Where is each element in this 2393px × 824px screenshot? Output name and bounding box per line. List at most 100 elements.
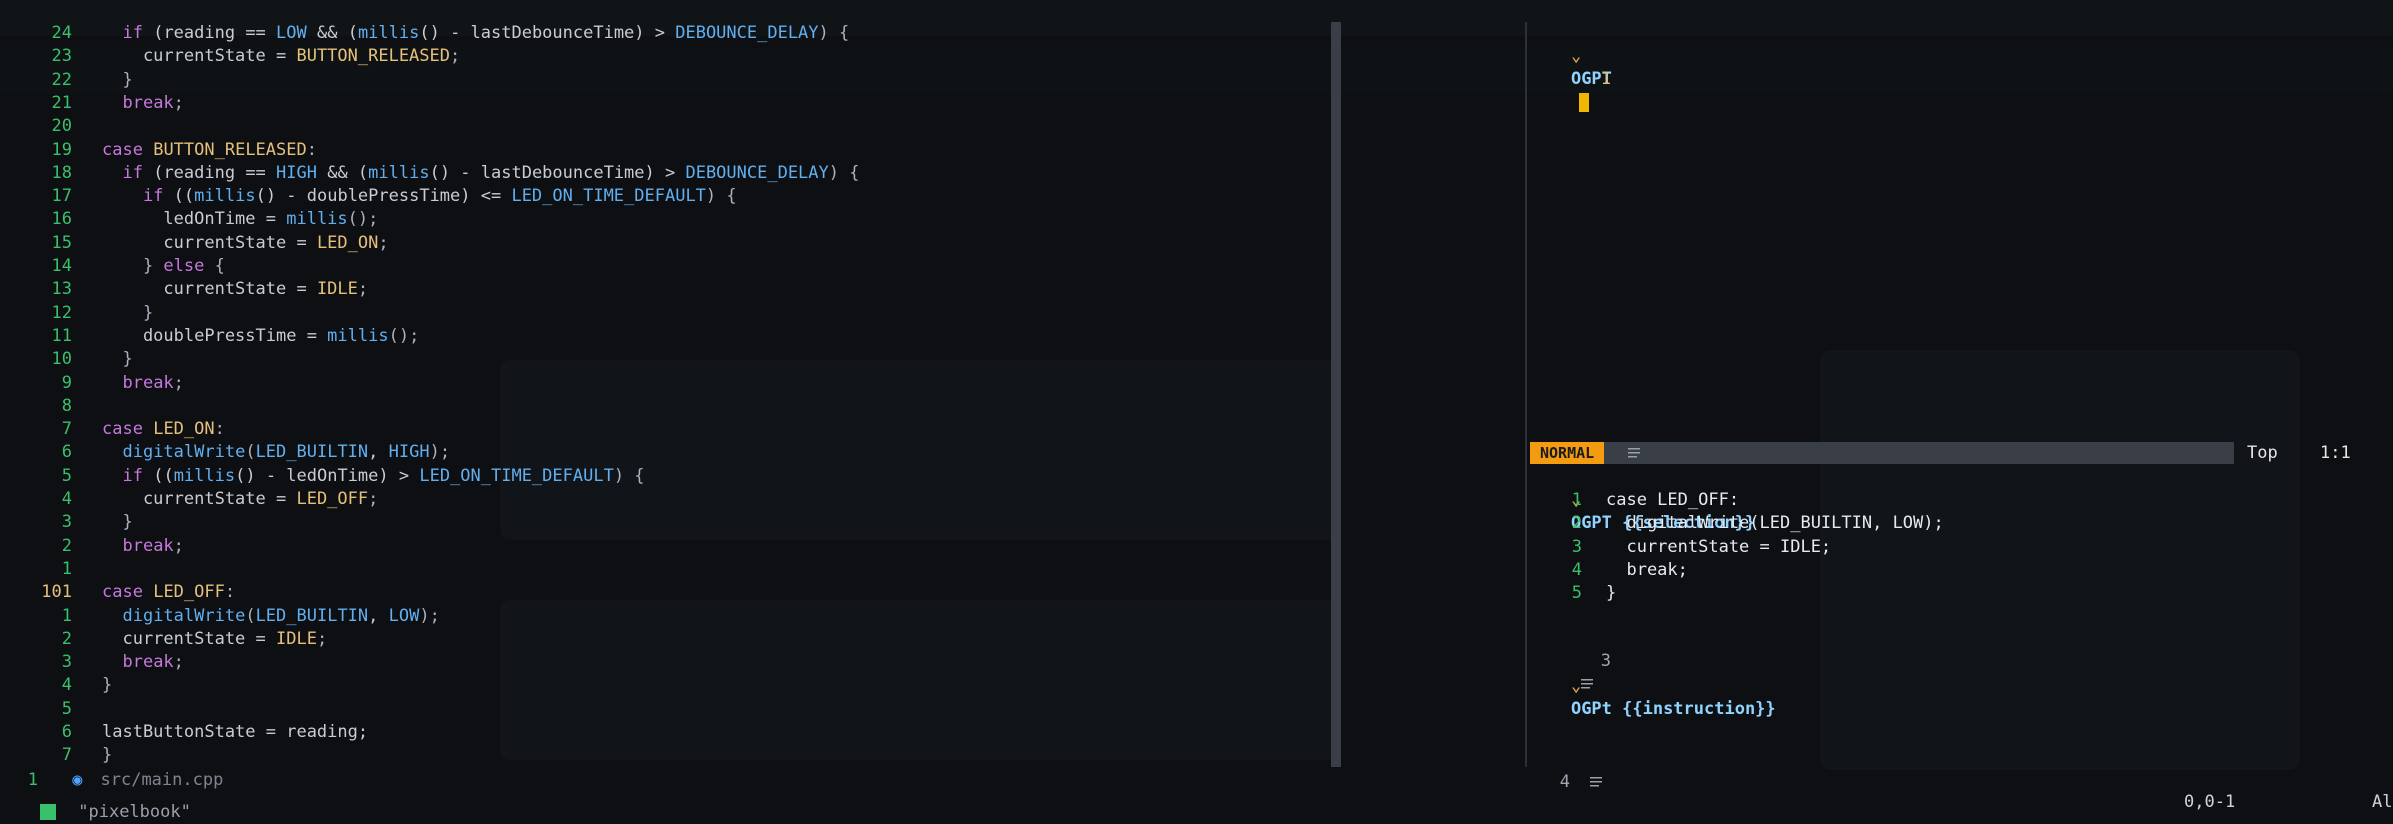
code-token: ) { xyxy=(818,23,850,43)
command-line[interactable]: "pixelbook" xyxy=(0,800,1330,824)
code-line[interactable]: 1 xyxy=(0,558,102,581)
line-number: 17 xyxy=(51,186,72,207)
code-line[interactable]: 17 if ((millis() - doublePressTime) <= L… xyxy=(0,185,737,208)
code-token: LED_OFF xyxy=(153,582,225,603)
code-token: ) { xyxy=(613,465,645,486)
selection-line[interactable]: 5} xyxy=(1530,582,1617,605)
ghost-card xyxy=(1820,350,2300,770)
code-line[interactable]: 13 currentState = IDLE; xyxy=(0,278,369,301)
selection-line-number: 4 xyxy=(1571,559,1582,580)
code-line[interactable]: 6 lastButtonState = reading; xyxy=(0,721,368,744)
code-token: () - doublePressTime) <= xyxy=(255,186,512,207)
code-token: } xyxy=(102,512,133,533)
code-line[interactable]: 5 xyxy=(0,698,102,721)
code-line[interactable]: 6 digitalWrite(LED_BUILTIN, HIGH); xyxy=(0,441,450,464)
code-line[interactable]: 11 doublePressTime = millis(); xyxy=(0,325,420,348)
selection-line[interactable]: 4 break; xyxy=(1530,559,1688,582)
code-line[interactable]: 15 currentState = LED_ON; xyxy=(0,232,389,255)
code-token: (reading == xyxy=(142,23,277,43)
code-line[interactable]: 10 } xyxy=(0,348,133,371)
code-line[interactable]: 14 } else { xyxy=(0,255,225,278)
code-text: } else { xyxy=(72,255,225,278)
code-line[interactable]: 2 break; xyxy=(0,535,184,558)
code-text: currentState = LED_OFF; xyxy=(72,488,378,511)
code-line[interactable]: 22 } xyxy=(0,69,133,92)
code-text: break; xyxy=(72,651,183,674)
code-line[interactable]: 3 break; xyxy=(0,651,184,674)
code-token: } xyxy=(102,302,154,323)
mode-badge: NORMAL xyxy=(1530,442,1605,464)
cmdline-text: "pixelbook" xyxy=(78,802,191,822)
code-token: ) { xyxy=(828,162,860,183)
selection-line[interactable]: 1 case LED_OFF: xyxy=(1530,489,1739,512)
code-token: ) { xyxy=(705,186,737,207)
code-token: (reading == xyxy=(142,162,277,183)
selection-line-number: 5 xyxy=(1571,583,1582,604)
code-editor[interactable]: 24 if (reading == LOW && (millis() - las… xyxy=(0,0,1330,770)
selection-line-number: 3 xyxy=(1571,536,1582,557)
code-line[interactable]: 21 break; xyxy=(0,92,184,115)
instruction-title: OGPt {{instruction}} xyxy=(1570,699,1776,719)
line-number: 7 xyxy=(61,745,72,766)
code-token: ; xyxy=(173,535,184,556)
code-token: } xyxy=(102,69,133,90)
line-number: 3 xyxy=(61,512,72,533)
code-line[interactable]: 19 case BUTTON_RELEASED: xyxy=(0,139,317,162)
vertical-split-bar[interactable] xyxy=(1331,22,1341,767)
line-number: 22 xyxy=(51,69,72,90)
line-number: 7 xyxy=(61,419,72,440)
code-line[interactable]: 4} xyxy=(0,674,113,697)
code-token: break xyxy=(122,372,174,393)
scroll-indicator: Top xyxy=(2247,443,2278,463)
code-line[interactable]: 7} xyxy=(0,744,113,767)
code-text: break; xyxy=(72,535,184,558)
bottom-cursor-position: 0,0-1 xyxy=(2184,792,2236,812)
code-line[interactable]: 9 break; xyxy=(0,372,184,395)
line-number: 19 xyxy=(51,139,72,160)
selection-line[interactable]: 2 digitalWrite(LED_BUILTIN, LOW); xyxy=(1530,512,1944,535)
code-line[interactable]: 24 if (reading == LOW && (millis() - las… xyxy=(0,22,850,45)
code-token: : xyxy=(306,139,317,160)
ogpt-top-line-number: 1 xyxy=(1600,69,1611,89)
code-line[interactable]: 8 xyxy=(0,395,102,418)
code-token: millis xyxy=(173,465,236,486)
code-line[interactable]: 16 ledOnTime = millis(); xyxy=(0,208,379,231)
code-line[interactable]: 20 xyxy=(0,115,102,138)
code-line[interactable]: 101 case LED_OFF: xyxy=(0,581,235,604)
line-number: 24 xyxy=(51,23,72,43)
line-number: 12 xyxy=(51,302,72,323)
selection-line[interactable]: 3 currentState = IDLE; xyxy=(1530,536,1831,559)
code-token: ( xyxy=(245,442,256,463)
code-token: BUTTON_RELEASED xyxy=(153,139,307,160)
code-line[interactable]: 12 } xyxy=(0,302,154,325)
code-token: ; xyxy=(378,232,389,253)
code-text: ledOnTime = millis(); xyxy=(72,208,378,231)
code-text: } xyxy=(72,348,132,371)
selection-line-text: digitalWrite(LED_BUILTIN, LOW); xyxy=(1606,513,1944,534)
chevron-down-icon[interactable]: ⌄ xyxy=(1571,676,1581,696)
bottom-scroll-indicator: All xyxy=(2372,792,2393,812)
code-token: (); xyxy=(388,325,420,346)
code-token: ; xyxy=(450,46,461,67)
code-text: break; xyxy=(72,372,183,395)
code-line[interactable]: 2 currentState = IDLE; xyxy=(0,628,327,651)
code-text: digitalWrite(LED_BUILTIN, HIGH); xyxy=(72,441,450,464)
code-line[interactable]: 7 case LED_ON: xyxy=(0,418,225,441)
code-line[interactable]: 5 if ((millis() - ledOnTime) > LED_ON_TI… xyxy=(0,465,645,488)
code-text: } xyxy=(72,69,133,92)
line-number: 6 xyxy=(61,722,72,742)
code-line[interactable]: 18 if (reading == HIGH && (millis() - la… xyxy=(0,162,860,185)
vertical-divider xyxy=(1525,22,1527,767)
code-line[interactable]: 23 currentState = BUTTON_RELEASED; xyxy=(0,45,461,68)
code-line[interactable]: 3 } xyxy=(0,511,133,534)
code-line[interactable]: 1 digitalWrite(LED_BUILTIN, LOW); xyxy=(0,605,440,628)
code-token: if xyxy=(122,162,143,183)
code-line[interactable]: 4 currentState = LED_OFF; xyxy=(0,488,379,511)
selection-line-number: 2 xyxy=(1571,513,1582,534)
code-text: case BUTTON_RELEASED: xyxy=(72,139,317,162)
line-number: 16 xyxy=(51,209,72,230)
code-token: case xyxy=(102,582,143,603)
bottom-line-number: 4 xyxy=(1559,772,1570,792)
